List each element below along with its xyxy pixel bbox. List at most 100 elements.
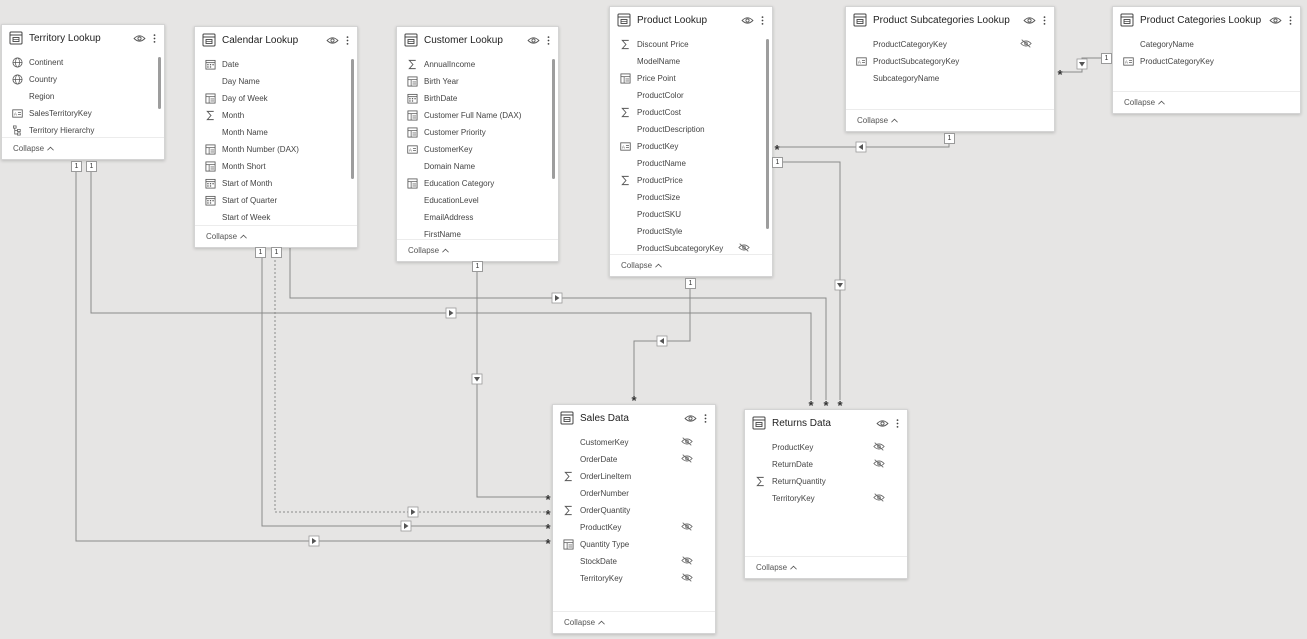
table-header[interactable]: Customer Lookup bbox=[397, 27, 558, 53]
more-options-icon[interactable] bbox=[758, 15, 766, 26]
returns-data-table[interactable]: Returns Data ProductKey ReturnDate ReturnQu… bbox=[744, 409, 908, 579]
field-row[interactable]: Region bbox=[2, 88, 164, 105]
table-header[interactable]: Sales Data bbox=[553, 405, 715, 431]
field-row[interactable]: BirthDate bbox=[397, 90, 558, 107]
field-row[interactable]: ProductKey bbox=[745, 439, 907, 456]
filter-direction-arrow[interactable] bbox=[471, 373, 483, 385]
table-header[interactable]: Product Lookup bbox=[610, 7, 772, 33]
field-row[interactable]: A ProductCategoryKey bbox=[1113, 53, 1300, 70]
scrollbar[interactable] bbox=[552, 59, 555, 179]
filter-direction-arrow[interactable] bbox=[855, 141, 867, 153]
field-row[interactable]: Education Category bbox=[397, 175, 558, 192]
more-options-icon[interactable] bbox=[701, 413, 709, 424]
visibility-eye-icon[interactable] bbox=[326, 36, 339, 45]
collapse-button[interactable]: Collapse bbox=[1113, 91, 1300, 113]
visibility-eye-icon[interactable] bbox=[741, 16, 754, 25]
visibility-eye-icon[interactable] bbox=[1269, 16, 1282, 25]
collapse-button[interactable]: Collapse bbox=[195, 225, 357, 247]
visibility-eye-icon[interactable] bbox=[876, 419, 889, 428]
field-row[interactable]: OrderQuantity bbox=[553, 502, 715, 519]
more-options-icon[interactable] bbox=[343, 35, 351, 46]
field-row[interactable]: Quantity Type bbox=[553, 536, 715, 553]
field-row[interactable]: A ProductKey bbox=[610, 138, 772, 155]
relationship-line[interactable] bbox=[777, 161, 841, 400]
field-row[interactable]: SubcategoryName bbox=[846, 70, 1054, 87]
field-row[interactable]: Day of Week bbox=[195, 90, 357, 107]
field-row[interactable]: Month Short bbox=[195, 158, 357, 175]
field-row[interactable]: CustomerKey bbox=[553, 434, 715, 451]
filter-direction-arrow[interactable] bbox=[308, 535, 320, 547]
more-options-icon[interactable] bbox=[150, 33, 158, 44]
visibility-eye-icon[interactable] bbox=[133, 34, 146, 43]
hidden-eye-icon[interactable] bbox=[681, 454, 693, 464]
territory-lookup-table[interactable]: Territory Lookup Continent Country Region A S… bbox=[1, 24, 165, 160]
field-row[interactable]: Date bbox=[195, 56, 357, 73]
field-row[interactable]: OrderLineItem bbox=[553, 468, 715, 485]
field-row[interactable]: ModelName bbox=[610, 53, 772, 70]
field-row[interactable]: A ProductSubcategoryKey bbox=[846, 53, 1054, 70]
scrollbar[interactable] bbox=[351, 59, 354, 179]
field-row[interactable]: StockDate bbox=[553, 553, 715, 570]
filter-direction-arrow[interactable] bbox=[445, 307, 457, 319]
table-header[interactable]: Returns Data bbox=[745, 410, 907, 436]
product-subcategories-lookup-table[interactable]: Product Subcategories Lookup ProductCateg… bbox=[845, 6, 1055, 132]
field-row[interactable]: TerritoryKey bbox=[745, 490, 907, 507]
field-row[interactable]: Customer Full Name (DAX) bbox=[397, 107, 558, 124]
field-row[interactable]: EmailAddress bbox=[397, 209, 558, 226]
field-row[interactable]: ProductDescription bbox=[610, 121, 772, 138]
table-header[interactable]: Calendar Lookup bbox=[195, 27, 357, 53]
collapse-button[interactable]: Collapse bbox=[397, 239, 558, 261]
collapse-button[interactable]: Collapse bbox=[2, 137, 164, 159]
more-options-icon[interactable] bbox=[544, 35, 552, 46]
filter-direction-arrow[interactable] bbox=[400, 520, 412, 532]
hidden-eye-icon[interactable] bbox=[738, 243, 750, 253]
relationship-line[interactable] bbox=[476, 270, 548, 498]
field-row[interactable]: ProductStyle bbox=[610, 223, 772, 240]
customer-lookup-table[interactable]: Customer Lookup AnnualIncome Birth Year Bir… bbox=[396, 26, 559, 262]
field-row[interactable]: Day Name bbox=[195, 73, 357, 90]
field-row[interactable]: A CustomerKey bbox=[397, 141, 558, 158]
more-options-icon[interactable] bbox=[1286, 15, 1294, 26]
field-row[interactable]: ReturnQuantity bbox=[745, 473, 907, 490]
calendar-lookup-table[interactable]: Calendar Lookup Date Day Name Day of Week Mo… bbox=[194, 26, 358, 248]
field-row[interactable]: A SalesTerritoryKey bbox=[2, 105, 164, 122]
collapse-button[interactable]: Collapse bbox=[846, 109, 1054, 131]
table-header[interactable]: Product Categories Lookup bbox=[1113, 7, 1300, 33]
field-row[interactable]: Start of Quarter bbox=[195, 192, 357, 209]
filter-direction-arrow[interactable] bbox=[551, 292, 563, 304]
field-row[interactable]: Price Point bbox=[610, 70, 772, 87]
filter-direction-arrow[interactable] bbox=[656, 335, 668, 347]
hidden-eye-icon[interactable] bbox=[873, 493, 885, 503]
hidden-eye-icon[interactable] bbox=[681, 522, 693, 532]
field-row[interactable]: Domain Name bbox=[397, 158, 558, 175]
field-row[interactable]: ProductColor bbox=[610, 87, 772, 104]
field-row[interactable]: ProductCost bbox=[610, 104, 772, 121]
scrollbar[interactable] bbox=[158, 57, 161, 109]
field-row[interactable]: CategoryName bbox=[1113, 36, 1300, 53]
sales-data-table[interactable]: Sales Data CustomerKey OrderDate OrderLineI… bbox=[552, 404, 716, 634]
collapse-button[interactable]: Collapse bbox=[745, 556, 907, 578]
hidden-eye-icon[interactable] bbox=[681, 437, 693, 447]
filter-direction-arrow[interactable] bbox=[407, 506, 419, 518]
collapse-button[interactable]: Collapse bbox=[610, 254, 772, 276]
product-lookup-table[interactable]: Product Lookup Discount Price ModelName Pri… bbox=[609, 6, 773, 277]
field-row[interactable]: Start of Week bbox=[195, 209, 357, 226]
hidden-eye-icon[interactable] bbox=[873, 442, 885, 452]
field-row[interactable]: Month bbox=[195, 107, 357, 124]
field-row[interactable]: Month Number (DAX) bbox=[195, 141, 357, 158]
field-row[interactable]: OrderDate bbox=[553, 451, 715, 468]
hidden-eye-icon[interactable] bbox=[873, 459, 885, 469]
visibility-eye-icon[interactable] bbox=[527, 36, 540, 45]
field-row[interactable]: Discount Price bbox=[610, 36, 772, 53]
field-row[interactable]: OrderNumber bbox=[553, 485, 715, 502]
hidden-eye-icon[interactable] bbox=[681, 573, 693, 583]
field-row[interactable]: ProductSKU bbox=[610, 206, 772, 223]
filter-direction-arrow[interactable] bbox=[1076, 58, 1088, 70]
visibility-eye-icon[interactable] bbox=[684, 414, 697, 423]
visibility-eye-icon[interactable] bbox=[1023, 16, 1036, 25]
hidden-eye-icon[interactable] bbox=[1020, 39, 1032, 49]
hidden-eye-icon[interactable] bbox=[681, 556, 693, 566]
relationship-line[interactable] bbox=[261, 256, 548, 527]
field-row[interactable]: Continent bbox=[2, 54, 164, 71]
field-row[interactable]: EducationLevel bbox=[397, 192, 558, 209]
